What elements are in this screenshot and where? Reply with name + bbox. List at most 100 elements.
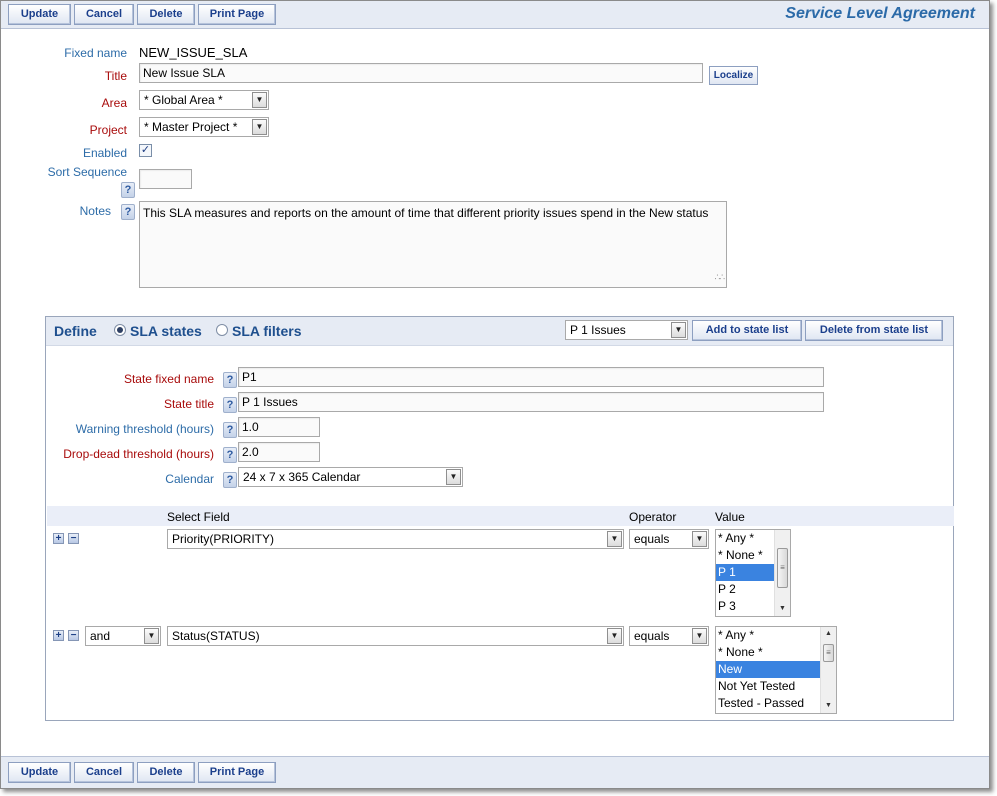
radio-sla-states-label[interactable]: SLA states: [130, 323, 202, 339]
list-item[interactable]: * Any *: [716, 627, 836, 644]
chevron-down-icon[interactable]: ▼: [607, 628, 622, 644]
resize-grip-icon[interactable]: ∴∴: [715, 269, 726, 286]
list-item[interactable]: Tested - Passed: [716, 695, 836, 712]
drop-dead-threshold-input[interactable]: 2.0: [238, 442, 320, 462]
listbox-scrollbar[interactable]: ≡ ▼: [774, 530, 790, 616]
filter-operator-value: equals: [634, 532, 670, 546]
chevron-down-icon[interactable]: ▼: [144, 628, 159, 644]
print-page-button[interactable]: Print Page: [198, 762, 276, 783]
chevron-down-icon[interactable]: ▼: [692, 531, 707, 547]
area-label: Area: [101, 96, 127, 110]
sort-sequence-label: Sort Sequence: [47, 165, 127, 179]
remove-row-icon[interactable]: −: [68, 533, 79, 544]
sort-sequence-input[interactable]: [139, 169, 192, 189]
state-title-label: State title: [163, 397, 214, 411]
filter-field-select[interactable]: Priority(PRIORITY) ▼: [167, 529, 624, 549]
scroll-thumb[interactable]: ≡: [777, 548, 788, 588]
chevron-down-icon[interactable]: ▼: [671, 322, 686, 338]
enabled-checkbox[interactable]: ✓: [139, 144, 152, 157]
title-label: Title: [104, 69, 127, 83]
print-page-button[interactable]: Print Page: [198, 4, 276, 25]
notes-text: This SLA measures and reports on the amo…: [143, 206, 709, 220]
listbox-scrollbar[interactable]: ▲ ≡ ▼: [820, 627, 836, 713]
select-field-header: Select Field: [167, 510, 230, 524]
chevron-down-icon[interactable]: ▼: [252, 92, 267, 108]
notes-label: Notes: [79, 204, 111, 218]
filter-operator-value: equals: [634, 629, 670, 643]
filter-value-listbox[interactable]: * Any * * None * New Not Yet Tested Test…: [715, 626, 837, 714]
filter-field-value: Priority(PRIORITY): [172, 532, 274, 546]
help-icon[interactable]: ?: [223, 372, 237, 388]
filter-operator-select[interactable]: equals ▼: [629, 529, 709, 549]
project-select[interactable]: * Master Project * ▼: [139, 117, 269, 137]
radio-sla-filters[interactable]: [216, 324, 228, 336]
state-fixed-name-input[interactable]: P1: [238, 367, 824, 387]
title-input[interactable]: New Issue SLA: [139, 63, 703, 83]
add-row-icon[interactable]: +: [53, 533, 64, 544]
help-icon[interactable]: ?: [121, 182, 135, 198]
help-icon[interactable]: ?: [223, 422, 237, 438]
list-item[interactable]: Not Yet Tested: [716, 678, 836, 695]
filter-field-value: Status(STATUS): [172, 629, 260, 643]
add-to-state-list-button[interactable]: Add to state list: [692, 320, 802, 341]
state-title-input[interactable]: P 1 Issues: [238, 392, 824, 412]
page-title: Service Level Agreement: [785, 5, 975, 22]
top-toolbar: Update Cancel Delete Print Page Service …: [1, 1, 989, 29]
radio-sla-states[interactable]: [114, 324, 126, 336]
cancel-button[interactable]: Cancel: [74, 4, 134, 25]
list-item[interactable]: * None *: [716, 644, 836, 661]
bottom-toolbar: Update Cancel Delete Print Page: [1, 756, 989, 788]
scroll-down-icon[interactable]: ▼: [821, 699, 836, 713]
check-icon: ✓: [140, 144, 151, 156]
chevron-down-icon[interactable]: ▼: [252, 119, 267, 135]
update-button[interactable]: Update: [8, 4, 71, 25]
filter-connector-select[interactable]: and ▼: [85, 626, 161, 646]
scroll-down-icon[interactable]: ▼: [775, 602, 790, 616]
project-label: Project: [89, 123, 127, 137]
scroll-thumb[interactable]: ≡: [823, 644, 834, 662]
warning-threshold-label: Warning threshold (hours): [75, 422, 214, 436]
calendar-label: Calendar: [165, 472, 214, 486]
area-select-value: * Global Area *: [144, 93, 223, 107]
radio-sla-filters-label[interactable]: SLA filters: [232, 323, 302, 339]
cancel-button[interactable]: Cancel: [74, 762, 134, 783]
chevron-down-icon[interactable]: ▼: [607, 531, 622, 547]
calendar-select-value: 24 x 7 x 365 Calendar: [243, 470, 361, 484]
filter-value-listbox[interactable]: * Any * * None * P 1 P 2 P 3 ≡ ▼: [715, 529, 791, 617]
help-icon[interactable]: ?: [121, 204, 135, 220]
delete-from-state-list-button[interactable]: Delete from state list: [805, 320, 943, 341]
define-panel-header: Define SLA states SLA filters P 1 Issues…: [46, 317, 953, 346]
state-fixed-name-label: State fixed name: [123, 372, 214, 386]
scroll-up-icon[interactable]: ▲: [821, 627, 836, 641]
list-item[interactable]: New: [716, 661, 836, 678]
filter-operator-select[interactable]: equals ▼: [629, 626, 709, 646]
filter-connector-value: and: [90, 629, 111, 643]
help-icon[interactable]: ?: [223, 447, 237, 463]
enabled-label: Enabled: [82, 146, 127, 160]
state-list-value: P 1 Issues: [570, 323, 626, 337]
notes-textarea[interactable]: This SLA measures and reports on the amo…: [139, 201, 727, 288]
drop-dead-threshold-label: Drop-dead threshold (hours): [63, 447, 214, 461]
operator-header: Operator: [629, 510, 677, 524]
filter-field-select[interactable]: Status(STATUS) ▼: [167, 626, 624, 646]
help-icon[interactable]: ?: [223, 472, 237, 488]
calendar-select[interactable]: 24 x 7 x 365 Calendar ▼: [238, 467, 463, 487]
update-button[interactable]: Update: [8, 762, 71, 783]
fixed-name-label: Fixed name: [64, 46, 127, 60]
sla-window: Update Cancel Delete Print Page Service …: [0, 0, 990, 789]
warning-threshold-input[interactable]: 1.0: [238, 417, 320, 437]
localize-button[interactable]: Localize: [709, 66, 758, 85]
add-row-icon[interactable]: +: [53, 630, 64, 641]
area-select[interactable]: * Global Area * ▼: [139, 90, 269, 110]
chevron-down-icon[interactable]: ▼: [692, 628, 707, 644]
define-label: Define: [54, 323, 97, 339]
help-icon[interactable]: ?: [223, 397, 237, 413]
value-header: Value: [715, 510, 745, 524]
fixed-name-value: NEW_ISSUE_SLA: [139, 45, 248, 60]
remove-row-icon[interactable]: −: [68, 630, 79, 641]
state-list-select[interactable]: P 1 Issues ▼: [565, 320, 688, 340]
delete-button[interactable]: Delete: [137, 4, 195, 25]
chevron-down-icon[interactable]: ▼: [446, 469, 461, 485]
delete-button[interactable]: Delete: [137, 762, 195, 783]
project-select-value: * Master Project *: [144, 120, 238, 134]
